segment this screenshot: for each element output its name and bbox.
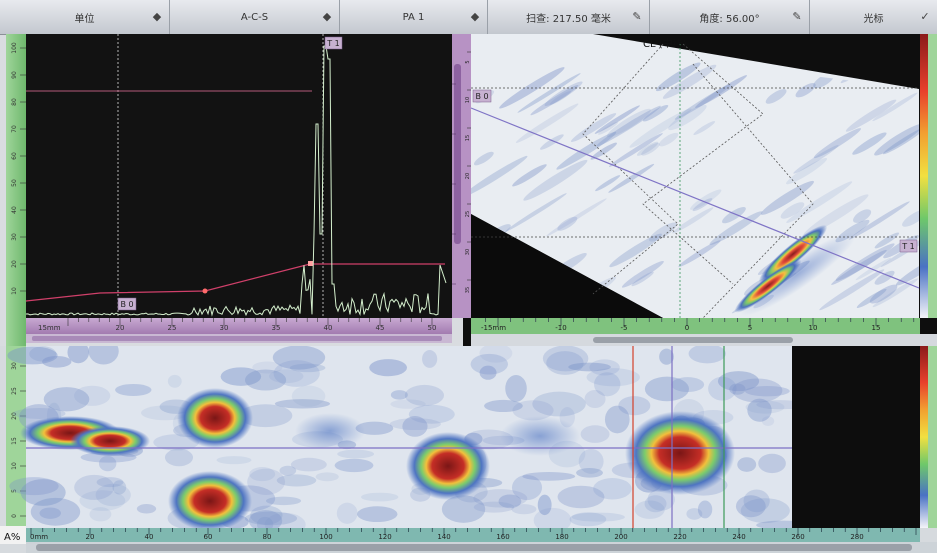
c-scan-x-tick: 120 <box>378 533 391 541</box>
diamond-arrow-icon[interactable]: ◆ <box>469 10 481 24</box>
view-layout-selector[interactable]: A-C-S ◆ <box>170 0 340 34</box>
a-scan-y-tick: 80 <box>11 98 18 106</box>
diamond-arrow-icon[interactable]: ◆ <box>151 10 163 24</box>
color-palette-bar <box>920 34 928 318</box>
cursor-b0-label: B 0 <box>120 300 133 309</box>
a-scan-x-tick: 50 <box>428 324 437 332</box>
s-scan-x-tick: 0 <box>685 324 689 332</box>
a-scan-x-tick: 45 <box>376 324 385 332</box>
a-scan-x-tick: 25 <box>168 324 177 332</box>
pencil-icon[interactable]: ✎ <box>631 10 643 24</box>
c-scan-x-tick: 260 <box>791 533 804 541</box>
a-scan-scroll-thumb[interactable] <box>454 64 461 244</box>
group-selector[interactable]: PA 1 ◆ <box>340 0 488 34</box>
a-scan-x-tick: 40 <box>324 324 333 332</box>
centerline-label: CL (中线) <box>643 37 687 50</box>
units-selector[interactable]: 单位 ◆ <box>0 0 170 34</box>
c-scan-x-tick: 220 <box>673 533 686 541</box>
svg-text:B 0: B 0 <box>475 92 488 101</box>
toolbar: 单位 ◆ A-C-S ◆ PA 1 ◆ 扫查: 217.50 毫米 ✎ 角度: … <box>0 0 937 35</box>
c-scan-x-tick: 140 <box>437 533 450 541</box>
s-scan-y-tick: 25 <box>465 211 471 217</box>
s-scan-panel[interactable]: CL (中线) B 0 T 1 5 10 15 20 25 30 35 -10 -5 0 5 10 1… <box>463 34 937 346</box>
svg-text:T 1: T 1 <box>901 242 915 251</box>
check-icon[interactable]: ✓ <box>919 10 931 24</box>
a-scan-y-tick: 20 <box>11 260 18 268</box>
a-scan-y-tick: 40 <box>11 206 18 214</box>
s-scan-y-tick: 20 <box>465 173 471 179</box>
svg-text:0mm: 0mm <box>30 533 48 541</box>
c-scan-x-tick: 180 <box>555 533 568 541</box>
s-scan-y-tick: 35 <box>465 287 471 293</box>
a-scan-x-tick: 35 <box>272 324 281 332</box>
a-scan-y-tick: 90 <box>11 71 18 79</box>
s-scan-y-tick: 15 <box>465 135 471 141</box>
c-scan-x-tick: 160 <box>496 533 509 541</box>
amplitude-corner-label: A% <box>4 532 20 543</box>
c-scan-x-tick: 20 <box>86 533 95 541</box>
s-scan-x-tick: -10 <box>555 324 566 332</box>
c-scan-y-tick: 10 <box>11 462 18 470</box>
a-scan-panel[interactable]: 10 20 30 40 50 60 70 80 90 100 T 1 B 0 20 25 30 35 40… <box>0 34 463 346</box>
s-scan-x-tick: 15 <box>872 324 881 332</box>
s-scan-y-tick: 30 <box>465 249 471 255</box>
c-scan-y-tick: 0 <box>11 514 18 518</box>
a-scan-plot <box>26 34 452 318</box>
s-scan-y-tick: 5 <box>465 60 471 63</box>
c-scan-y-tick: 30 <box>11 362 18 370</box>
c-scan-x-tick: 100 <box>319 533 332 541</box>
a-scan-distance-ruler <box>26 318 452 334</box>
a-scan-y-tick: 60 <box>11 152 18 160</box>
cursor-toggle[interactable]: 光标 ✓ <box>810 0 937 34</box>
s-scan-y-tick: 10 <box>465 97 471 103</box>
c-scan-color-bar <box>920 346 928 528</box>
cursor-t1-label: T 1 <box>326 39 340 48</box>
a-scan-x-tick: 20 <box>116 324 125 332</box>
c-scan-x-tick: 80 <box>263 533 272 541</box>
scan-position-field[interactable]: 扫查: 217.50 毫米 ✎ <box>488 0 650 34</box>
c-scan-x-tick: 60 <box>204 533 213 541</box>
a-scan-amplitude-ruler <box>6 34 26 346</box>
c-scan-panel[interactable]: 0 5 10 15 20 25 30 20 40 60 80 100 120 140 160 180 200 2… <box>0 346 937 553</box>
a-scan-y-tick: 100 <box>11 42 18 54</box>
c-scan-x-tick: 280 <box>850 533 863 541</box>
a-scan-y-tick: 70 <box>11 125 18 133</box>
a-scan-y-tick: 30 <box>11 233 18 241</box>
a-scan-y-tick: 10 <box>11 287 18 295</box>
pencil-icon[interactable]: ✎ <box>791 10 803 24</box>
angle-field[interactable]: 角度: 56.00° ✎ <box>650 0 810 34</box>
s-scan-x-tick: 5 <box>748 324 752 332</box>
diamond-arrow-icon[interactable]: ◆ <box>321 10 333 24</box>
s-scan-x-tick: 10 <box>809 324 818 332</box>
s-scan-x-tick: -5 <box>621 324 628 332</box>
svg-text:-15mm: -15mm <box>481 324 506 332</box>
c-scan-y-tick: 15 <box>11 437 18 445</box>
s-scan-index-ruler <box>471 318 920 334</box>
c-scan-x-tick: 200 <box>614 533 627 541</box>
c-scan-x-tick: 40 <box>145 533 154 541</box>
c-scan-x-tick: 240 <box>732 533 745 541</box>
a-scan-x-tick: 30 <box>220 324 229 332</box>
a-scan-y-tick: 50 <box>11 179 18 187</box>
svg-text:15mm: 15mm <box>38 324 61 332</box>
c-scan-y-tick: 25 <box>11 387 18 395</box>
